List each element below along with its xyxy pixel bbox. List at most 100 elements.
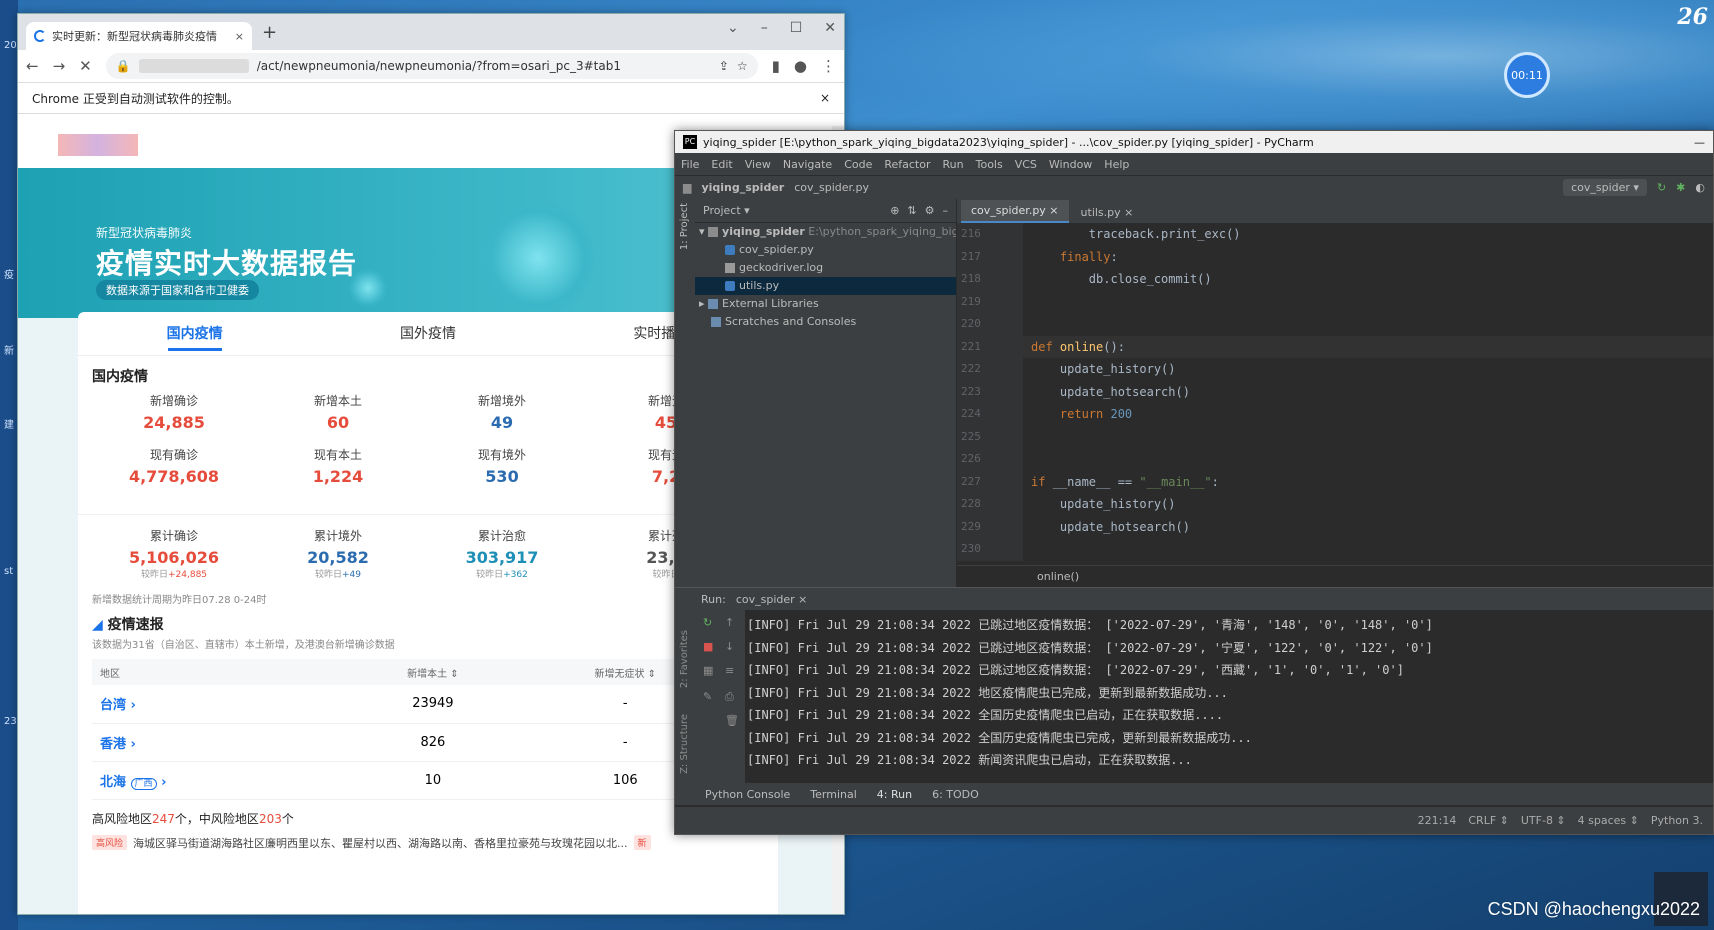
interpreter[interactable]: Python 3. xyxy=(1651,814,1703,827)
pin-icon[interactable]: ✎ xyxy=(703,690,712,703)
line-separator[interactable]: CRLF ⇕ xyxy=(1468,814,1509,827)
run-tool-tab[interactable]: 4: Run xyxy=(877,788,912,801)
profile-icon[interactable]: ● xyxy=(794,57,807,75)
code-area[interactable]: 216 traceback.print_exc() 217 finally: 218… xyxy=(957,223,1713,561)
code-line[interactable]: 226 xyxy=(957,448,1713,471)
menu-window[interactable]: Window xyxy=(1049,158,1092,171)
tree-item-root[interactable]: ▾ yiqing_spider E:\python_spark_yiqing_b… xyxy=(695,223,956,241)
code-breadcrumb[interactable]: online() xyxy=(957,565,1713,587)
tab-domestic[interactable]: 国内疫情 xyxy=(78,312,311,355)
console-output[interactable]: [INFO] Fri Jul 29 21:08:34 2022 已跳过地区疫情数… xyxy=(747,614,1713,772)
hide-icon[interactable]: – xyxy=(943,204,949,217)
table-row[interactable]: 北海 广西 › 10 106 xyxy=(92,761,764,800)
code-line[interactable]: 224 return 200 xyxy=(957,403,1713,426)
address-bar[interactable]: 🔒 /act/newpneumonia/newpneumonia/?from=o… xyxy=(105,53,758,79)
menu-edit[interactable]: Edit xyxy=(711,158,732,171)
share-icon[interactable]: ⇪ xyxy=(719,59,729,73)
forward-icon[interactable]: → xyxy=(53,57,66,75)
tab-search-icon[interactable]: ⌄ xyxy=(727,20,739,36)
menu-view[interactable]: View xyxy=(745,158,771,171)
nav-project[interactable]: yiqing_spider xyxy=(701,181,784,194)
risk-list-item[interactable]: 高风险 海城区驿马街道湖海路社区廉明西里以东、瞿屋村以西、湖海路以南、香格里拉豪… xyxy=(78,831,778,855)
editor-tab-cov-spider[interactable]: cov_spider.py × xyxy=(961,200,1069,223)
print-icon[interactable]: ⎙ xyxy=(725,690,734,704)
tab-close-button[interactable]: × xyxy=(235,30,244,43)
code-line[interactable]: 230 xyxy=(957,538,1713,561)
nav-file[interactable]: cov_spider.py xyxy=(794,181,869,194)
recording-timer[interactable]: 00:11 xyxy=(1504,52,1550,98)
project-dropdown[interactable]: Project ▾ xyxy=(703,204,750,217)
menu-code[interactable]: Code xyxy=(844,158,872,171)
minimize-button[interactable]: – xyxy=(761,20,768,36)
side-structure-label[interactable]: Z: Structure xyxy=(679,714,690,774)
rerun-icon[interactable]: ↻ xyxy=(703,616,712,629)
code-line[interactable]: 221 def online(): xyxy=(957,335,1713,358)
run-config-select[interactable]: cov_spider ▾ xyxy=(1563,179,1647,196)
menu-file[interactable]: File xyxy=(681,158,699,171)
maximize-button[interactable]: ☐ xyxy=(790,20,803,36)
trash-icon[interactable]: 🗑 xyxy=(725,714,739,727)
back-icon[interactable]: ← xyxy=(26,57,39,75)
wrap-icon[interactable]: ≡ xyxy=(725,664,734,677)
side-panel-icon[interactable]: ▮ xyxy=(772,57,780,75)
up-icon[interactable]: ↑ xyxy=(725,616,734,629)
code-line[interactable]: 228 update_history() xyxy=(957,493,1713,516)
run-tab[interactable]: cov_spider × xyxy=(736,593,808,606)
site-logo[interactable] xyxy=(58,134,138,156)
side-favorites-label[interactable]: 2: Favorites xyxy=(679,630,690,688)
code-line[interactable]: 227 if __name__ == "__main__": xyxy=(957,470,1713,493)
file-encoding[interactable]: UTF-8 ⇕ xyxy=(1521,814,1566,827)
menu-refactor[interactable]: Refactor xyxy=(884,158,930,171)
code-line[interactable]: 220 xyxy=(957,313,1713,336)
menu-help[interactable]: Help xyxy=(1104,158,1129,171)
tree-item-scratches[interactable]: Scratches and Consoles xyxy=(695,313,956,331)
bookmark-star-icon[interactable]: ☆ xyxy=(737,59,748,73)
new-tab-button[interactable]: + xyxy=(262,22,277,43)
code-line[interactable]: 216 traceback.print_exc() xyxy=(957,223,1713,246)
tree-item-file[interactable]: utils.py xyxy=(695,277,956,295)
region-cell[interactable]: 台湾 › xyxy=(92,685,346,724)
code-line[interactable]: 222 update_history() xyxy=(957,358,1713,381)
stop-icon[interactable]: ✕ xyxy=(79,57,92,75)
down-icon[interactable]: ↓ xyxy=(725,640,734,653)
region-cell[interactable]: 北海 广西 › xyxy=(92,761,346,800)
todo-tab[interactable]: 6: TODO xyxy=(932,788,979,801)
collapse-icon[interactable]: ⇅ xyxy=(907,204,916,217)
infobar-close-button[interactable]: × xyxy=(820,91,830,105)
locate-icon[interactable]: ⊕ xyxy=(890,204,899,217)
terminal-tab[interactable]: Terminal xyxy=(810,788,857,801)
coverage-icon[interactable]: ◐ xyxy=(1695,181,1705,194)
stop-icon[interactable]: ■ xyxy=(703,640,713,653)
close-window-button[interactable]: ✕ xyxy=(824,20,836,36)
tree-item-file[interactable]: geckodriver.log xyxy=(695,259,956,277)
minimize-button[interactable]: — xyxy=(1694,136,1705,149)
tab-overseas[interactable]: 国外疫情 xyxy=(311,312,544,355)
table-row[interactable]: 香港 › 826 - xyxy=(92,723,764,762)
tree-item-libraries[interactable]: ▸ External Libraries xyxy=(695,295,956,313)
col-local[interactable]: 新增本土 ⇕ xyxy=(345,659,521,685)
menu-navigate[interactable]: Navigate xyxy=(783,158,832,171)
side-project-label[interactable]: 1: Project xyxy=(679,203,690,250)
debug-icon[interactable]: ✱ xyxy=(1676,181,1685,194)
code-line[interactable]: 223 update_hotsearch() xyxy=(957,380,1713,403)
region-cell[interactable]: 香港 › xyxy=(92,723,346,762)
tree-item-file[interactable]: cov_spider.py xyxy=(695,241,956,259)
browser-tab[interactable]: 实时更新：新型冠状病毒肺炎疫情 × xyxy=(26,22,252,50)
menu-tools[interactable]: Tools xyxy=(976,158,1003,171)
table-row[interactable]: 台湾 › 23949 - xyxy=(92,685,764,724)
menu-vcs[interactable]: VCS xyxy=(1015,158,1037,171)
code-line[interactable]: 229 update_hotsearch() xyxy=(957,515,1713,538)
layout-icon[interactable]: ▦ xyxy=(703,664,713,677)
editor-tab-utils[interactable]: utils.py × xyxy=(1071,202,1144,223)
menu-kebab-icon[interactable]: ⋮ xyxy=(821,57,836,75)
gear-icon[interactable]: ⚙ xyxy=(925,204,935,217)
menu-run[interactable]: Run xyxy=(943,158,964,171)
code-line[interactable]: 218 db.close_commit() xyxy=(957,268,1713,291)
cursor-position[interactable]: 221:14 xyxy=(1418,814,1457,827)
rerun-icon[interactable]: ↻ xyxy=(1657,181,1666,194)
code-line[interactable]: 217 finally: xyxy=(957,245,1713,268)
code-line[interactable]: 219 xyxy=(957,290,1713,313)
python-console-tab[interactable]: Python Console xyxy=(705,788,790,801)
code-line[interactable]: 225 xyxy=(957,425,1713,448)
indent-setting[interactable]: 4 spaces ⇕ xyxy=(1578,814,1639,827)
